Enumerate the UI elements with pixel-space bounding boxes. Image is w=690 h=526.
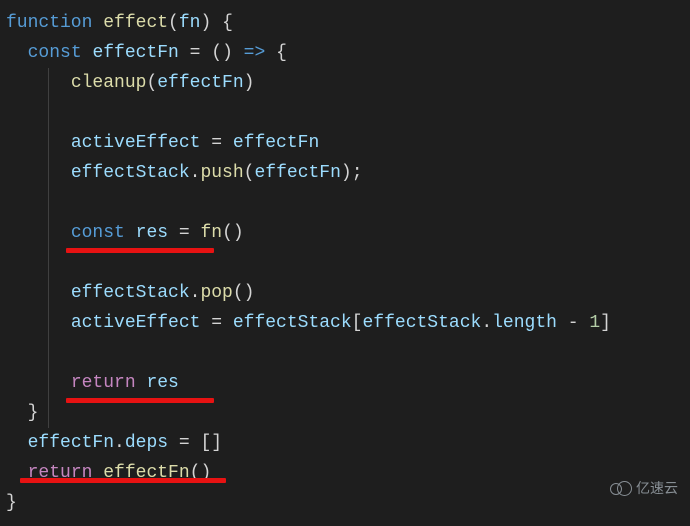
line-12: [6, 343, 17, 363]
line-15: effectFn.deps = []: [6, 433, 222, 453]
line-11: activeEffect = effectStack[effectStack.l…: [6, 313, 611, 333]
prop-length: length: [492, 313, 557, 333]
underline-3: [20, 478, 226, 483]
fn-pop: pop: [200, 283, 232, 303]
keyword-return: return: [71, 373, 136, 393]
fn-effect: effect: [103, 13, 168, 33]
var-effectFn: effectFn: [92, 43, 178, 63]
line-17: }: [6, 493, 17, 513]
underline-1: [66, 248, 214, 253]
line-9: [6, 253, 17, 273]
line-8: const res = fn(): [6, 223, 244, 243]
prop-deps: deps: [125, 433, 168, 453]
line-1: function effect(fn) {: [6, 13, 233, 33]
underline-2: [66, 398, 214, 403]
line-4: [6, 103, 17, 123]
fn-cleanup: cleanup: [71, 73, 147, 93]
var-res: res: [136, 223, 168, 243]
var-effectStack: effectStack: [71, 163, 190, 183]
line-6: effectStack.push(effectFn);: [6, 163, 363, 183]
line-13: return res: [6, 373, 179, 393]
param-fn: fn: [179, 13, 201, 33]
line-14: }: [6, 403, 38, 423]
var-activeEffect: activeEffect: [71, 133, 201, 153]
indent-guide: [48, 68, 49, 428]
fn-push: push: [200, 163, 243, 183]
line-10: effectStack.pop(): [6, 283, 254, 303]
keyword-function: function: [6, 13, 92, 33]
line-5: activeEffect = effectFn: [6, 133, 319, 153]
code-block: function effect(fn) { const effectFn = (…: [0, 0, 690, 526]
line-7: [6, 193, 17, 213]
fn-fn: fn: [200, 223, 222, 243]
num-1: 1: [589, 313, 600, 333]
line-2: const effectFn = () => {: [6, 43, 287, 63]
arrow-op: =>: [233, 43, 276, 63]
keyword-const: const: [71, 223, 125, 243]
keyword-const: const: [28, 43, 82, 63]
line-3: cleanup(effectFn): [6, 73, 254, 93]
